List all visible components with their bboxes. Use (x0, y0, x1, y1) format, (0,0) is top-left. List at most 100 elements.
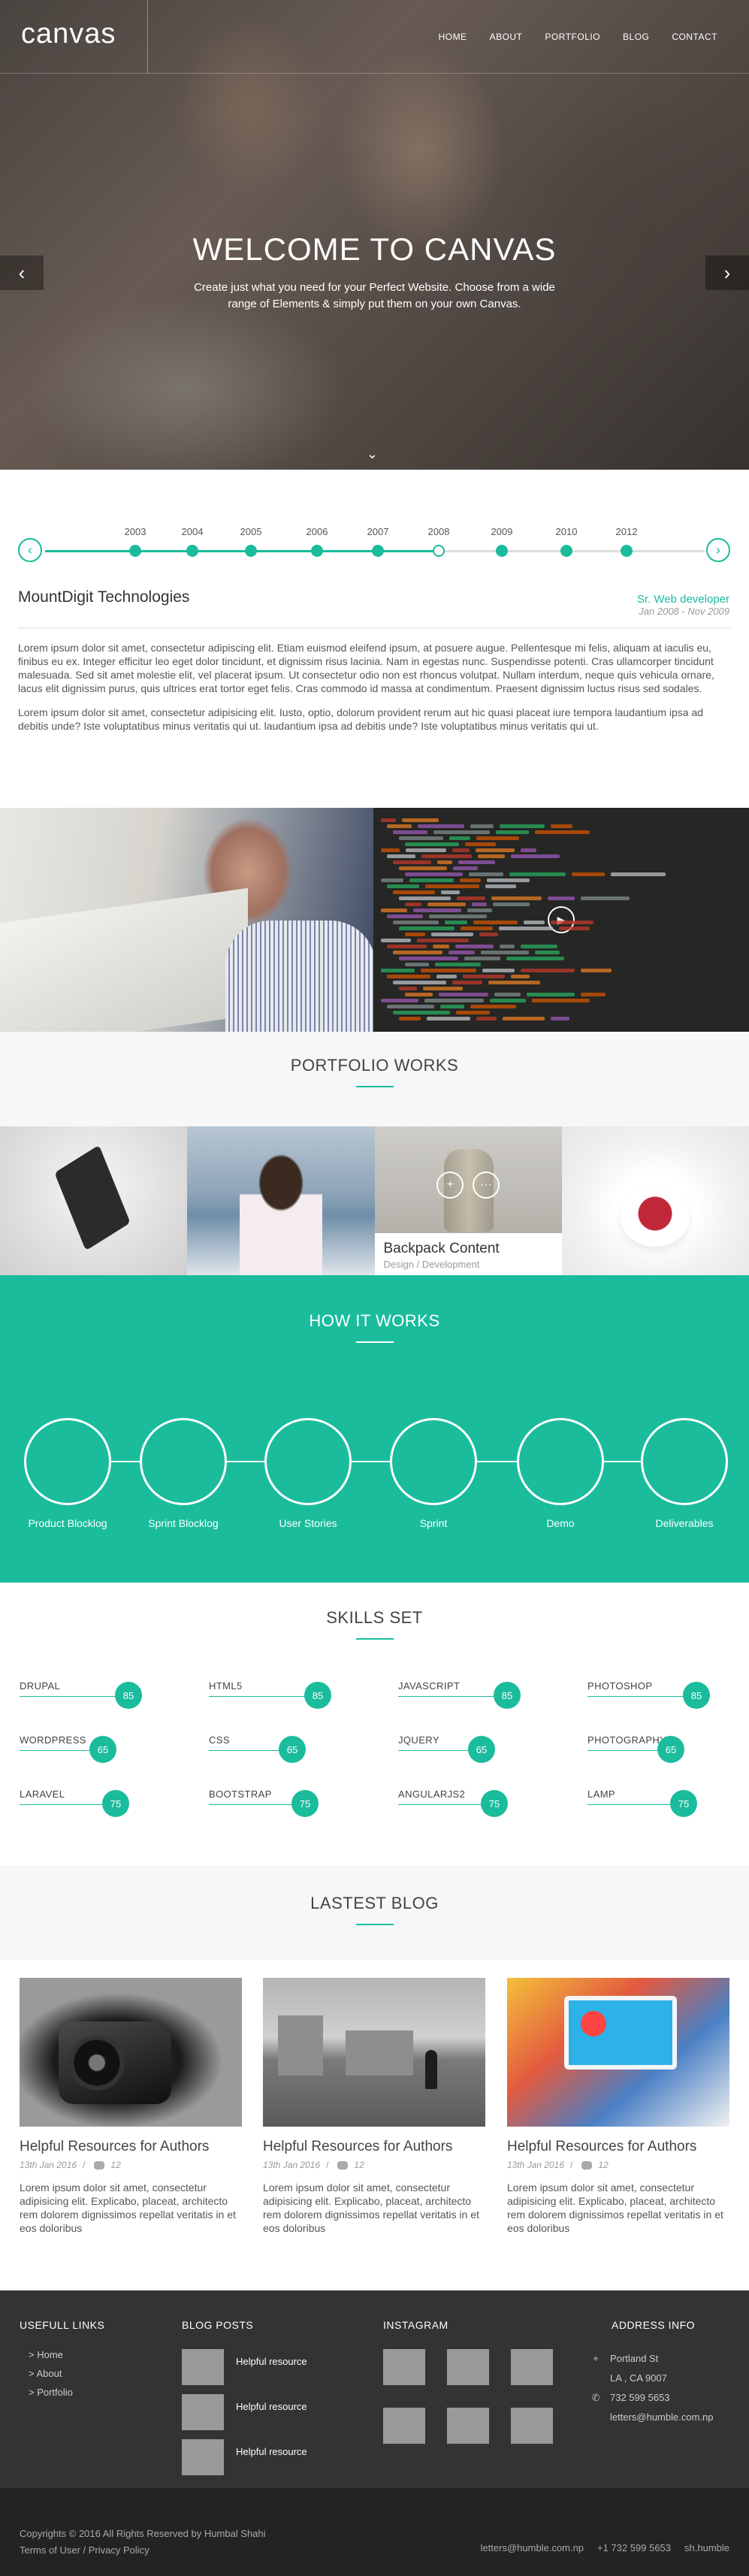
blog-post-title[interactable]: Helpful Resources for Authors (20, 2139, 242, 2155)
title-underline (355, 1086, 394, 1087)
code-video[interactable]: ▶ (373, 808, 749, 1032)
code-line (499, 927, 553, 930)
timeline-year[interactable]: 2005 (240, 526, 262, 537)
code-line (551, 824, 572, 828)
timeline-year[interactable]: 2004 (182, 526, 204, 537)
skill-item: PHOTOSHOP 85 (587, 1680, 723, 1712)
timeline-dot[interactable] (311, 545, 323, 557)
nav-about[interactable]: ABOUT (490, 32, 523, 42)
skill-item: BOOTSTRAP 75 (209, 1788, 344, 1820)
footer-link-about[interactable]: > About (20, 2368, 104, 2379)
timeline-year[interactable]: 2003 (125, 526, 146, 537)
code-line (551, 1017, 569, 1020)
footer-post-title[interactable]: Helpful resource (236, 2401, 307, 2412)
timeline-year[interactable]: 2009 (491, 526, 513, 537)
nav-portfolio[interactable]: PORTFOLIO (545, 32, 600, 42)
portfolio-item[interactable] (561, 1126, 749, 1275)
skill-item: LAMP 75 (587, 1788, 723, 1820)
footer-post[interactable]: Helpful resource (182, 2349, 307, 2385)
instagram-thumb[interactable] (447, 2349, 489, 2385)
code-line (402, 818, 439, 822)
privacy-link[interactable]: Privacy Policy (89, 2544, 149, 2556)
timeline-dot[interactable] (433, 545, 445, 557)
timeline-dot[interactable] (129, 545, 141, 557)
skill-percent-badge: 75 (291, 1790, 319, 1817)
skill-percent-badge: 75 (481, 1790, 508, 1817)
step-circle (517, 1418, 604, 1505)
plus-icon[interactable]: + (436, 1172, 464, 1199)
skill-name: PHOTOGRAPHY (587, 1734, 667, 1746)
terms-link[interactable]: Terms of User (20, 2544, 80, 2556)
code-line (399, 896, 451, 900)
code-line (393, 890, 435, 894)
code-line (417, 939, 469, 942)
code-line (405, 993, 433, 996)
timeline-prev-button[interactable]: ‹ (18, 538, 42, 562)
timeline-year[interactable]: 2007 (367, 526, 389, 537)
timeline-dot[interactable] (186, 545, 198, 557)
code-line (581, 993, 606, 996)
instagram-thumb[interactable] (383, 2349, 425, 2385)
nav-contact[interactable]: CONTACT (672, 32, 717, 42)
code-line (405, 963, 429, 966)
blog-post-image[interactable] (263, 1978, 485, 2127)
code-line (445, 921, 467, 924)
portfolio-item-title[interactable]: Backpack Content (384, 1241, 553, 1257)
timeline-next-button[interactable]: › (706, 538, 730, 562)
timeline-dot[interactable] (372, 545, 384, 557)
blog-post-comments[interactable]: 12 (354, 2160, 364, 2170)
blog-post-comments[interactable]: 12 (110, 2160, 120, 2170)
timeline-dot[interactable] (245, 545, 257, 557)
bottom-phone[interactable]: +1 732 599 5653 (597, 2542, 671, 2553)
footer-post[interactable]: Helpful resource (182, 2439, 307, 2475)
blog-post-image[interactable] (507, 1978, 729, 2127)
portfolio-image (240, 1149, 323, 1275)
nav-home[interactable]: HOME (439, 32, 467, 42)
footer-address: ADDRESS INFO ⌖ Portland St LA , CA 9007 ✆… (590, 2319, 714, 2427)
bottom-contacts: letters@humble.com.np +1 732 599 5653 sh… (481, 2542, 729, 2553)
more-icon[interactable]: ··· (473, 1172, 500, 1199)
footer-link-home[interactable]: > Home (20, 2349, 104, 2360)
instagram-thumb[interactable] (447, 2408, 489, 2444)
instagram-thumb[interactable] (511, 2349, 553, 2385)
blog-post-title[interactable]: Helpful Resources for Authors (263, 2139, 485, 2155)
blog-post-excerpt: Lorem ipsum dolor sit amet, consectetur … (263, 2181, 479, 2234)
blog-post-image[interactable] (20, 1978, 242, 2127)
timeline-year[interactable]: 2012 (616, 526, 638, 537)
title-underline (355, 1638, 394, 1640)
timeline-year[interactable]: 2008 (428, 526, 450, 537)
footer-post-title[interactable]: Helpful resource (236, 2446, 307, 2457)
bottom-email[interactable]: letters@humble.com.np (481, 2542, 584, 2553)
footer-link-portfolio[interactable]: > Portfolio (20, 2387, 104, 2398)
step-item: Deliverables (628, 1418, 741, 1529)
footer-post-title[interactable]: Helpful resource (236, 2356, 307, 2367)
portfolio-item[interactable] (0, 1126, 188, 1275)
portfolio-item-hover[interactable]: + ··· Backpack Content Design / Developm… (374, 1126, 562, 1275)
logo[interactable]: canvas (21, 18, 116, 50)
timeline-dot[interactable] (560, 545, 572, 557)
instagram-thumb[interactable] (383, 2408, 425, 2444)
code-line (490, 999, 526, 1002)
skill-bar (398, 1804, 494, 1805)
timeline-year[interactable]: 2010 (556, 526, 578, 537)
code-line (409, 878, 454, 882)
map-pin-icon: ⌖ (593, 2353, 599, 2364)
footer-phone[interactable]: 732 599 5653 (610, 2388, 670, 2408)
copyright-block: Copyrights © 2016 All Rights Reserved by… (20, 2526, 266, 2559)
instagram-grid (383, 2349, 553, 2444)
nav-blog[interactable]: BLOG (623, 32, 649, 42)
footer-post[interactable]: Helpful resource (182, 2394, 307, 2430)
blog-post-comments[interactable]: 12 (598, 2160, 608, 2170)
timeline-year[interactable]: 2006 (307, 526, 328, 537)
skill-name: JAVASCRIPT (398, 1680, 461, 1692)
blog-post-title[interactable]: Helpful Resources for Authors (507, 2139, 729, 2155)
portfolio-header: PORTFOLIO WORKS (0, 1032, 749, 1126)
timeline-dot[interactable] (621, 545, 633, 557)
blog-post: Helpful Resources for Authors 13th Jan 2… (263, 1978, 485, 2235)
timeline-dot[interactable] (496, 545, 508, 557)
instagram-thumb[interactable] (511, 2408, 553, 2444)
footer-email[interactable]: letters@humble.com.np (610, 2408, 713, 2427)
portfolio-item[interactable] (187, 1126, 375, 1275)
bottom-handle[interactable]: sh.humble (684, 2542, 729, 2553)
chevron-down-icon[interactable]: ⌄ (367, 446, 378, 462)
